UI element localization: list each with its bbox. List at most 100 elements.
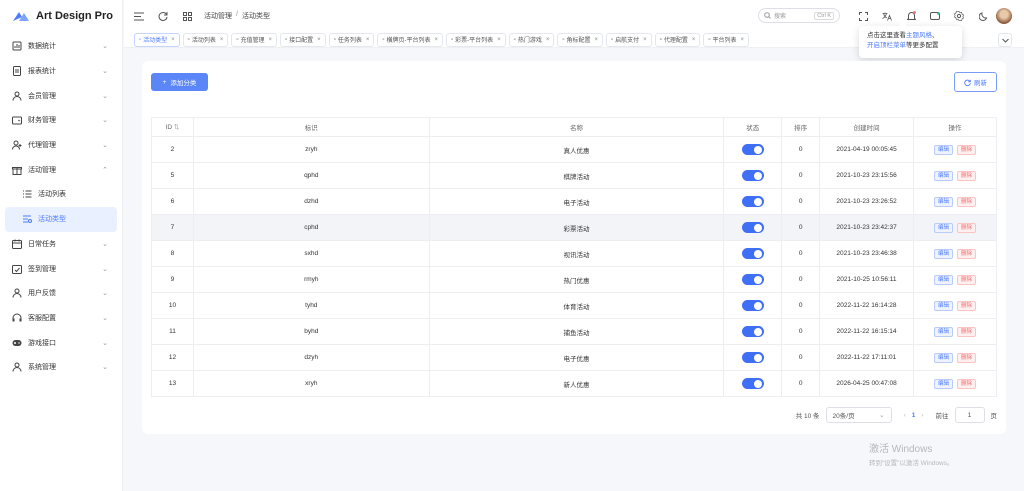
delete-button[interactable]: 删除 [957,300,977,311]
chat-icon[interactable] [928,9,942,23]
next-page-button[interactable]: › [921,412,923,419]
sidebar-item[interactable]: 活动类型 [5,206,117,232]
close-icon[interactable]: × [171,37,175,43]
grid-icon[interactable] [180,9,194,23]
edit-button[interactable]: 编辑 [934,378,954,389]
sidebar-item[interactable]: 财务管理 ⌄ [0,108,122,133]
sidebar-item[interactable]: 代理管理 ⌄ [0,133,122,158]
cell-status [723,344,783,371]
tooltip-link-topmenu[interactable]: 开启顶栏菜单 [867,42,906,49]
status-toggle[interactable] [741,352,764,363]
translate-icon[interactable] [880,9,894,23]
refresh-icon[interactable] [156,9,170,23]
close-icon[interactable]: × [643,37,647,43]
close-icon[interactable]: × [435,37,439,43]
tab[interactable]: ▫ 启航支付 × [606,32,652,47]
close-icon[interactable]: × [692,37,696,43]
delete-button[interactable]: 删除 [957,222,977,233]
close-icon[interactable]: × [220,37,224,43]
page-size-select[interactable]: 20条/页 ⌄ [825,407,892,423]
settings-icon[interactable] [952,9,966,23]
close-icon[interactable]: × [595,37,599,43]
logo[interactable]: Art Design Pro [0,0,122,32]
tab[interactable]: ▫ 代理配置 × [654,32,701,47]
menu-toggle-icon[interactable] [132,9,146,23]
tooltip-link-theme[interactable]: 主题风格 [906,32,932,39]
status-toggle[interactable] [741,196,764,207]
tab[interactable]: ▫ 活动列表 × [182,32,229,47]
sidebar: Art Design Pro 数据统计 ⌄ 报表统计 ⌄ 会员管理 ⌄ 财务管理… [0,0,123,491]
tab[interactable]: ▫ 活动类型 × [134,32,180,47]
breadcrumb-item[interactable]: 活动管理 [204,11,232,21]
close-icon[interactable]: × [269,37,273,43]
sidebar-item[interactable]: 用户反馈 ⌄ [0,281,122,306]
sidebar-item[interactable]: 系统管理 ⌄ [0,355,122,380]
close-icon[interactable]: × [546,37,550,43]
edit-button[interactable]: 编辑 [934,352,954,363]
delete-button[interactable]: 删除 [957,248,977,259]
tab[interactable]: ▫ 平台列表 × [703,32,750,47]
edit-button[interactable]: 编辑 [934,196,954,207]
prev-page-button[interactable]: ‹ [904,412,906,419]
status-toggle[interactable] [741,378,764,389]
cell-created: 2022-11-22 17:11:01 [819,344,915,371]
delete-button[interactable]: 删除 [957,170,977,181]
notification-icon[interactable] [904,9,918,23]
delete-button[interactable]: 删除 [957,326,977,337]
status-toggle[interactable] [741,300,764,311]
status-toggle[interactable] [741,248,764,259]
status-toggle[interactable] [741,274,764,285]
delete-button[interactable]: 删除 [957,144,977,155]
sidebar-item[interactable]: 游戏接口 ⌄ [0,330,122,355]
fullscreen-icon[interactable] [856,9,870,23]
goto-page-input[interactable]: 1 [954,407,985,423]
sidebar-item[interactable]: 数据统计 ⌄ [0,34,122,59]
delete-button[interactable]: 删除 [957,378,977,389]
page-number-current[interactable]: 1 [912,412,916,419]
add-category-button[interactable]: + 添加分类 [151,73,208,91]
edit-button[interactable]: 编辑 [934,248,954,259]
status-toggle[interactable] [741,170,764,181]
edit-button[interactable]: 编辑 [934,222,954,233]
status-toggle[interactable] [741,326,764,337]
delete-button[interactable]: 删除 [957,352,977,363]
tab[interactable]: ▫ 充值管理 × [231,32,278,47]
close-icon[interactable]: × [741,37,745,43]
tab[interactable]: ▫ 横牌页-平台列表 × [377,32,444,47]
edit-button[interactable]: 编辑 [934,326,954,337]
edit-button[interactable]: 编辑 [934,144,954,155]
wallet-icon [12,115,22,125]
edit-button[interactable]: 编辑 [934,170,954,181]
column-header-actions: 操作 [913,117,997,137]
refresh-button[interactable]: 刷新 [954,72,997,92]
sidebar-item[interactable]: 会员管理 ⌄ [0,83,122,108]
delete-button[interactable]: 删除 [957,196,977,207]
tabs-more-button[interactable] [998,33,1012,47]
tab[interactable]: ▫ 任务列表 × [328,32,375,47]
sidebar-item[interactable]: 日常任务 ⌄ [0,232,122,257]
tab[interactable]: ▫ 热门游戏 × [508,32,555,47]
avatar[interactable] [996,8,1012,24]
close-icon[interactable]: × [366,37,370,43]
close-icon[interactable]: × [317,37,321,43]
close-icon[interactable]: × [497,37,501,43]
sidebar-item[interactable]: 活动管理 ⌃ [0,157,122,182]
dark-mode-icon[interactable] [976,9,990,23]
cell-name: 视讯活动 [428,240,725,267]
column-header-code: 标识 [192,117,430,137]
delete-button[interactable]: 删除 [957,274,977,285]
column-header-id[interactable]: ID ⇅ [151,117,194,137]
tab[interactable]: ▫ 彩票-平台列表 × [446,32,506,47]
edit-button[interactable]: 编辑 [934,300,954,311]
status-toggle[interactable] [741,222,764,233]
sidebar-item[interactable]: 报表统计 ⌄ [0,59,122,84]
sort-icon[interactable]: ⇅ [174,124,179,131]
tab[interactable]: ▫ 角标配置 × [557,32,604,47]
status-toggle[interactable] [741,144,764,155]
search-input[interactable]: 搜索 Ctrl K [758,8,840,23]
tab[interactable]: ▫ 接口配置 × [280,32,326,47]
sidebar-item[interactable]: 签到管理 ⌄ [0,256,122,281]
edit-button[interactable]: 编辑 [934,274,954,285]
sidebar-item[interactable]: 客服配置 ⌄ [0,306,122,331]
sidebar-item[interactable]: 活动列表 [0,182,122,207]
